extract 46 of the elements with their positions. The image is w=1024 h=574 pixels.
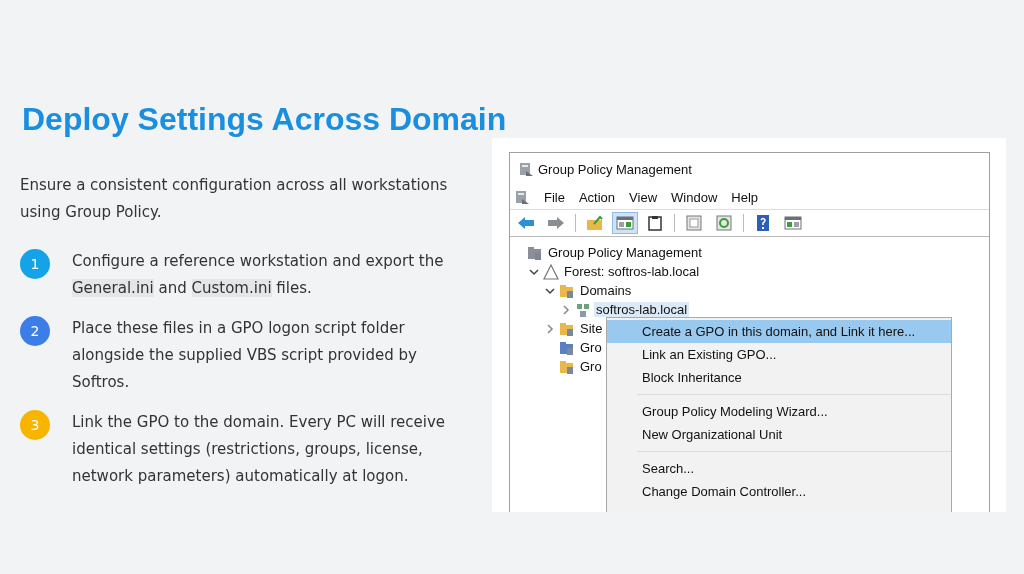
menu-item[interactable]: Help: [731, 189, 759, 205]
folder-icon: [586, 215, 604, 231]
tree-item[interactable]: Site: [578, 321, 605, 336]
step-text: Place these files in a GPO logon script folder alongside the supplied VBS script provided by Softros.: [72, 318, 418, 393]
context-menu-item[interactable]: Change Domain Controller...: [607, 480, 951, 503]
context-menu-item[interactable]: Create a GPO in this domain, and Link it here...: [607, 320, 951, 343]
menu-item[interactable]: File: [544, 189, 565, 205]
context-menu-item[interactable]: Block Inheritance: [607, 366, 951, 389]
menu-item[interactable]: Action: [578, 189, 616, 205]
tree-item[interactable]: softros-lab.local: [594, 302, 690, 317]
console-icon: [518, 161, 534, 177]
forward-arrow-icon: [547, 215, 565, 231]
step-text: Link the GPO to the domain. Every PC will receive identical settings (restrictions, groups, license, network parameters) automatically at logon.: [72, 412, 447, 487]
step-number: 1: [20, 249, 50, 279]
pane-icon: [616, 215, 634, 231]
console-icon: [514, 189, 530, 205]
folder-icon: [559, 339, 575, 356]
network-icon: [575, 301, 591, 318]
tree-item[interactable]: Gro: [578, 340, 604, 355]
folder-icon: [559, 358, 575, 375]
folder-icon: [559, 282, 575, 299]
clipboard-icon: [646, 215, 664, 231]
step-number: 3: [20, 410, 50, 440]
tree-item[interactable]: Forest: softros-lab.local: [562, 264, 702, 279]
menu-item[interactable]: View: [629, 189, 658, 205]
context-menu-item[interactable]: Search...: [607, 457, 951, 480]
back-arrow-icon: [517, 215, 535, 231]
tree-item[interactable]: Domains: [578, 283, 634, 298]
console-icon: [527, 244, 543, 261]
pane-icon: [784, 215, 802, 231]
menu-item[interactable]: Window: [671, 189, 718, 205]
context-menu-item[interactable]: Group Policy Modeling Wizard...: [607, 400, 951, 423]
step-text: Configure a reference workstation and export the General.ini and Custom.ini files.: [72, 251, 445, 299]
help-icon: [754, 215, 772, 231]
tree-item[interactable]: Gro: [578, 359, 604, 374]
intro-text: Ensure a consistent configuration across all workstations using Group Policy.: [20, 175, 449, 223]
properties-icon: [685, 215, 703, 231]
context-menu-item[interactable]: New Organizational Unit: [607, 423, 951, 446]
refresh-icon: [715, 215, 733, 231]
window-title: Group Policy Management: [538, 161, 692, 177]
slide-title: Deploy Settings Across Domain: [21, 100, 508, 139]
folder-icon: [559, 320, 575, 337]
triangle-icon: [543, 263, 559, 280]
tree-item[interactable]: Group Policy Management: [546, 245, 704, 260]
context-menu-item[interactable]: Link an Existing GPO...: [607, 343, 951, 366]
step-number: 2: [20, 316, 50, 346]
